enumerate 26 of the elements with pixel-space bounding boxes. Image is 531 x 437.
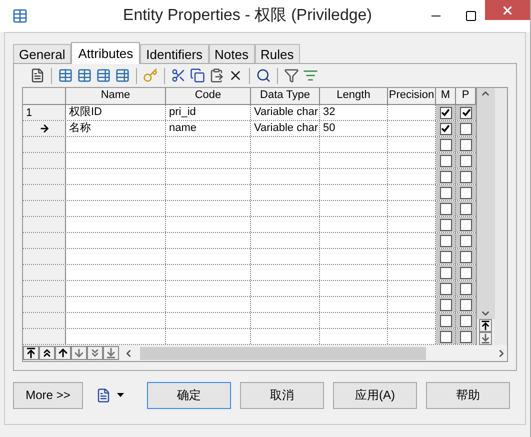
window-title: Entity Properties - 权限 (Priviledge) (122, 6, 373, 26)
table-cell: 名称 (66, 121, 166, 136)
tab[interactable]: Attributes (71, 42, 140, 64)
table-cell: 50 (320, 121, 388, 136)
tab[interactable]: General (13, 44, 72, 63)
column-header[interactable]: Precision (388, 88, 436, 104)
tab[interactable]: Rules (254, 44, 300, 63)
tab[interactable]: Notes (208, 44, 255, 63)
table-cell: Variable char (251, 105, 320, 120)
column-header[interactable]: M (436, 88, 456, 104)
column-header[interactable]: Name (66, 88, 166, 104)
column-header[interactable]: Code (166, 88, 251, 104)
dialog-button[interactable]: 取消 (240, 382, 324, 408)
more-button[interactable]: More >> (13, 382, 83, 408)
table-cell: 32 (320, 105, 388, 120)
row-header[interactable]: 1 (23, 105, 66, 120)
table-cell: Variable char (251, 121, 320, 136)
dialog-button[interactable]: 帮助 (426, 382, 510, 408)
table-cell: name (166, 121, 251, 136)
column-header[interactable]: Data Type (251, 88, 320, 104)
dialog-button[interactable]: 确定 (147, 382, 231, 408)
table-cell: 权限ID (66, 105, 166, 120)
dialog-button[interactable]: 应用(A) (333, 382, 417, 408)
tab[interactable]: Identifiers (140, 44, 209, 63)
column-header[interactable]: Length (320, 88, 388, 104)
table-cell: pri_id (166, 105, 251, 120)
